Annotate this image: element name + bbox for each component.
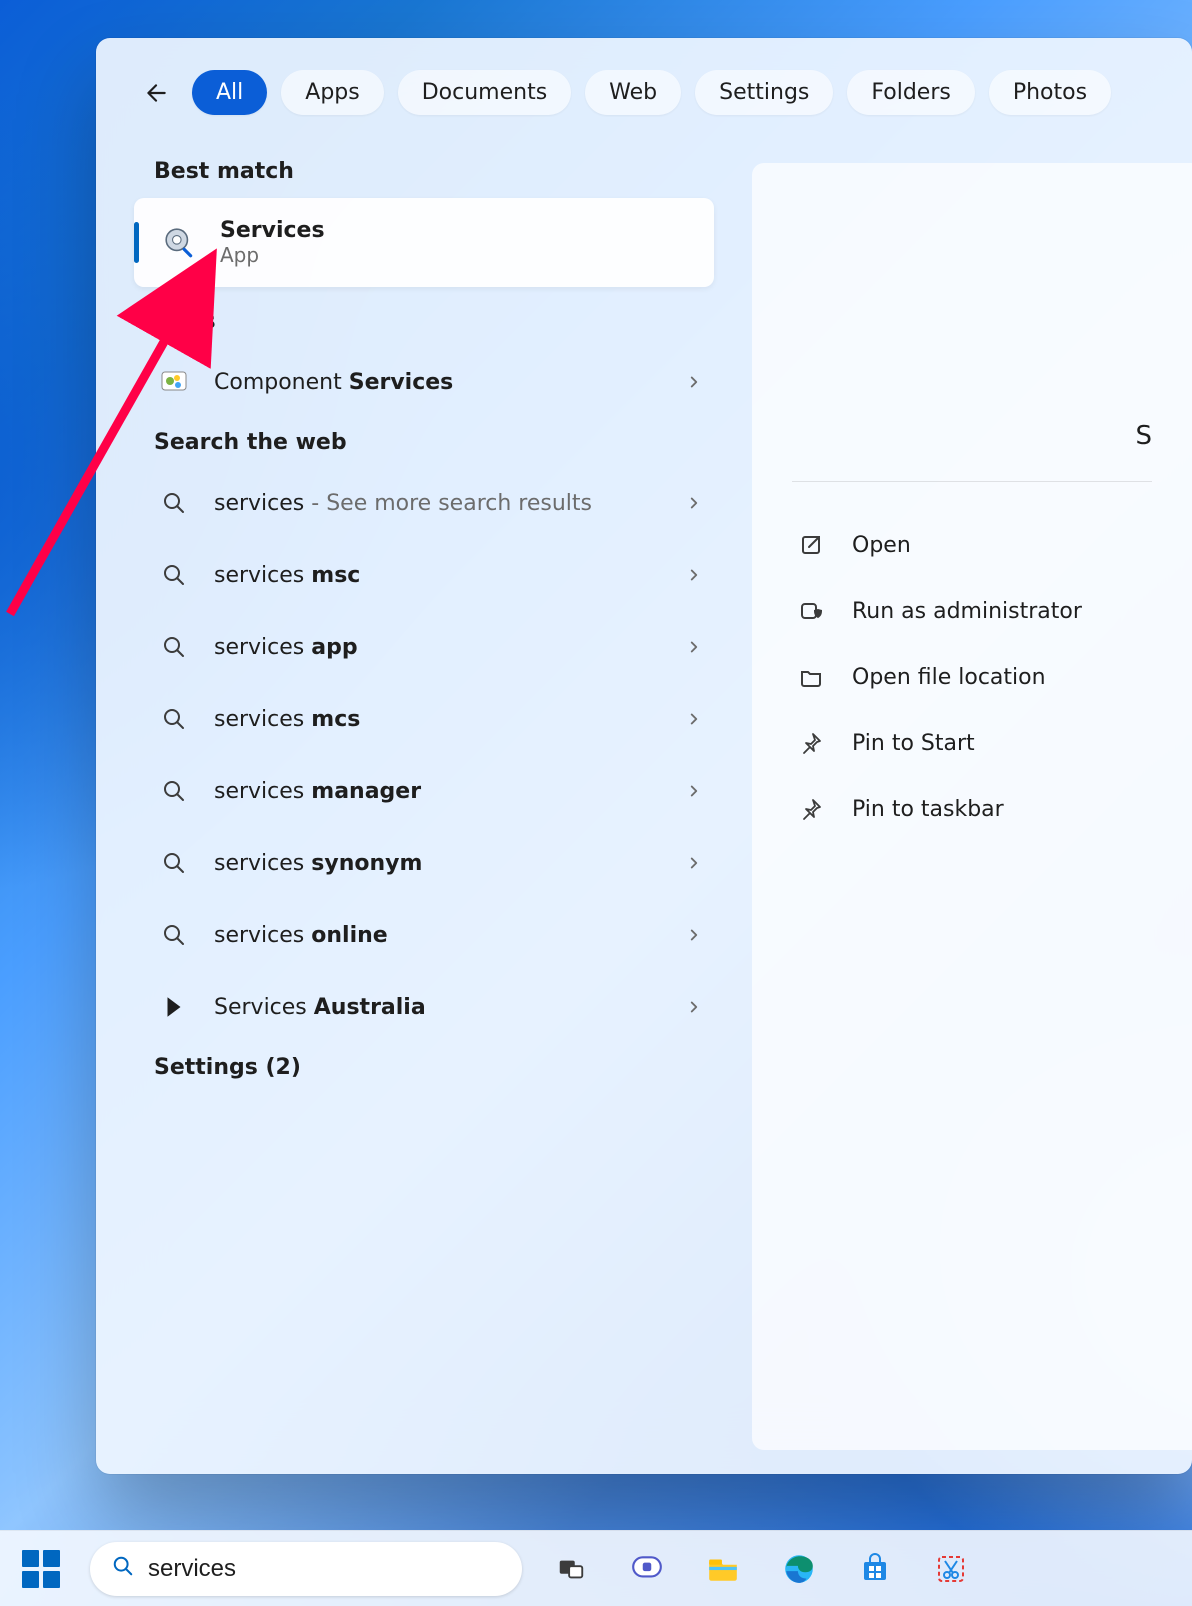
web-result[interactable]: services msc bbox=[116, 539, 732, 611]
taskbar bbox=[0, 1530, 1192, 1606]
back-button[interactable] bbox=[134, 71, 178, 115]
search-icon bbox=[154, 915, 194, 955]
search-icon bbox=[154, 555, 194, 595]
chevron-right-icon[interactable] bbox=[674, 843, 714, 883]
search-icon bbox=[154, 771, 194, 811]
taskbar-search-box[interactable] bbox=[90, 1542, 522, 1596]
taskbar-search-input[interactable] bbox=[148, 1555, 500, 1583]
chevron-right-icon[interactable] bbox=[674, 699, 714, 739]
web-result-label: services app bbox=[214, 635, 358, 660]
preview-action[interactable]: Open bbox=[792, 512, 1152, 578]
web-result[interactable]: services app bbox=[116, 611, 732, 683]
chevron-right-icon[interactable] bbox=[674, 555, 714, 595]
web-result[interactable]: services online bbox=[116, 899, 732, 971]
preview-action-label: Pin to taskbar bbox=[852, 797, 1004, 822]
snipping-tool-icon[interactable] bbox=[924, 1542, 978, 1596]
pin-icon bbox=[796, 728, 826, 758]
best-match-services[interactable]: Services App bbox=[134, 198, 714, 287]
services-icon bbox=[160, 223, 200, 263]
results-column: Best match Services App Apps Component S… bbox=[96, 147, 752, 1474]
chevron-right-icon[interactable] bbox=[674, 987, 714, 1027]
chat-icon[interactable] bbox=[620, 1542, 674, 1596]
search-icon bbox=[112, 1555, 134, 1583]
preview-action[interactable]: Open file location bbox=[792, 644, 1152, 710]
start-button[interactable] bbox=[14, 1542, 68, 1596]
shield-icon bbox=[796, 596, 826, 626]
chevron-right-icon[interactable] bbox=[674, 483, 714, 523]
preview-action-label: Open bbox=[852, 533, 911, 558]
preview-pane: S Open Run as administrator Open file loca… bbox=[752, 163, 1192, 1450]
preview-action-label: Run as administrator bbox=[852, 599, 1082, 624]
tab-settings[interactable]: Settings bbox=[695, 70, 833, 115]
web-result-label: services synonym bbox=[214, 851, 422, 876]
chevron-right-icon[interactable] bbox=[674, 627, 714, 667]
search-icon bbox=[154, 483, 194, 523]
web-result-label: services mcs bbox=[214, 707, 360, 732]
preview-action-label: Open file location bbox=[852, 665, 1046, 690]
back-arrow-icon bbox=[143, 80, 169, 106]
start-search-flyout: All Apps Documents Web Settings Folders … bbox=[96, 38, 1192, 1474]
web-result[interactable]: services mcs bbox=[116, 683, 732, 755]
section-settings-count: Settings (2) bbox=[116, 1043, 732, 1092]
microsoft-store-icon[interactable] bbox=[848, 1542, 902, 1596]
tab-all[interactable]: All bbox=[192, 70, 267, 115]
divider bbox=[792, 481, 1152, 482]
section-best-match: Best match bbox=[116, 147, 732, 196]
tab-web[interactable]: Web bbox=[585, 70, 681, 115]
component-services-icon bbox=[154, 362, 194, 402]
best-match-title: Services bbox=[220, 218, 325, 243]
task-view-icon[interactable] bbox=[544, 1542, 598, 1596]
search-icon bbox=[154, 627, 194, 667]
chevron-right-icon[interactable] bbox=[674, 915, 714, 955]
tab-folders[interactable]: Folders bbox=[847, 70, 974, 115]
web-result[interactable]: services - See more search results bbox=[116, 467, 732, 539]
tab-apps[interactable]: Apps bbox=[281, 70, 383, 115]
file-explorer-icon[interactable] bbox=[696, 1542, 750, 1596]
web-result[interactable]: Services Australia bbox=[116, 971, 732, 1043]
search-icon bbox=[154, 843, 194, 883]
preview-action[interactable]: Pin to taskbar bbox=[792, 776, 1152, 842]
filter-tab-row: All Apps Documents Web Settings Folders … bbox=[96, 38, 1192, 147]
app-result-component-services[interactable]: Component Services bbox=[116, 346, 732, 418]
folder-icon bbox=[796, 662, 826, 692]
tab-photos[interactable]: Photos bbox=[989, 70, 1111, 115]
search-icon bbox=[154, 699, 194, 739]
best-match-subtitle: App bbox=[220, 243, 325, 267]
web-result-label: Services Australia bbox=[214, 995, 426, 1020]
web-result[interactable]: services synonym bbox=[116, 827, 732, 899]
preview-title-fragment: S bbox=[1135, 421, 1152, 451]
section-apps: Apps bbox=[116, 297, 732, 346]
web-result[interactable]: services manager bbox=[116, 755, 732, 827]
edge-icon[interactable] bbox=[772, 1542, 826, 1596]
section-search-web: Search the web bbox=[116, 418, 732, 467]
pin-icon bbox=[796, 794, 826, 824]
web-result-label: services online bbox=[214, 923, 388, 948]
web-result-label: services - See more search results bbox=[214, 491, 592, 516]
web-result-label: services manager bbox=[214, 779, 421, 804]
web-result-label: services msc bbox=[214, 563, 360, 588]
chevron-right-icon[interactable] bbox=[674, 771, 714, 811]
app-result-label: Component Services bbox=[214, 370, 453, 395]
chevron-right-icon[interactable] bbox=[674, 362, 714, 402]
tab-documents[interactable]: Documents bbox=[398, 70, 571, 115]
preview-action[interactable]: Run as administrator bbox=[792, 578, 1152, 644]
site-icon bbox=[154, 987, 194, 1027]
open-icon bbox=[796, 530, 826, 560]
preview-action-label: Pin to Start bbox=[852, 731, 975, 756]
best-match-accent bbox=[134, 222, 139, 263]
preview-action[interactable]: Pin to Start bbox=[792, 710, 1152, 776]
